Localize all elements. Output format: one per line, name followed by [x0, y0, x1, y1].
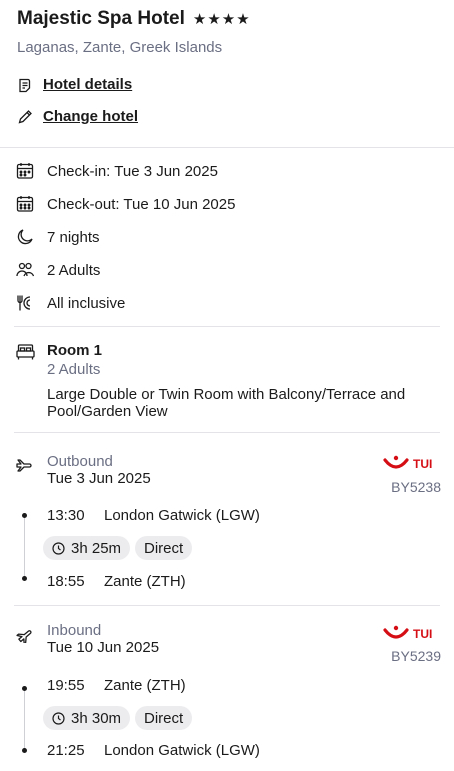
- depart-time: 13:30: [47, 507, 85, 524]
- moon-icon: [17, 229, 33, 245]
- bed-icon: [16, 344, 35, 360]
- arrive-time: 18:55: [47, 573, 85, 590]
- flight-number: BY5238: [391, 479, 441, 495]
- change-hotel-label: Change hotel: [43, 108, 139, 125]
- timeline-dot: [22, 686, 27, 691]
- tui-logo: TUI: [383, 625, 432, 643]
- clock-icon: [52, 711, 65, 725]
- stops-text: Direct: [144, 539, 184, 557]
- plane-arrival-icon: [16, 630, 32, 643]
- flight-direction: Inbound: [47, 622, 102, 639]
- room-description: Large Double or Twin Room with Balcony/T…: [47, 386, 406, 420]
- depart-place: London Gatwick (LGW): [104, 507, 260, 524]
- arrive-place: London Gatwick (LGW): [104, 742, 260, 759]
- room-occupancy: 2 Adults: [47, 361, 101, 378]
- timeline-line: [24, 515, 25, 578]
- duration-text: 3h 25m: [71, 539, 122, 557]
- hotel-header: Majestic Spa Hotel ★★★★ Laganas, Zante, …: [17, 8, 447, 56]
- timeline-line: [24, 688, 25, 750]
- calendar-icon: [16, 163, 34, 179]
- checkin-text: Check-in: Tue 3 Jun 2025: [47, 162, 218, 180]
- tui-logo: TUI: [383, 455, 432, 473]
- hotel-location: Laganas, Zante, Greek Islands: [17, 39, 223, 56]
- room-title: Room 1: [47, 342, 103, 359]
- duration-badge: 3h 30m: [43, 706, 131, 730]
- calendar-icon: [16, 196, 34, 212]
- flight-date: Tue 10 Jun 2025: [47, 639, 160, 656]
- divider: [0, 147, 454, 148]
- nights-row: 7 nights: [16, 228, 100, 246]
- tui-smile-icon: [383, 455, 409, 469]
- board-text: All inclusive: [47, 294, 126, 312]
- star-rating: ★★★★: [192, 11, 251, 28]
- guests-text: 2 Adults: [47, 261, 101, 279]
- airline-name: TUI: [413, 457, 433, 471]
- board-row: All inclusive: [16, 294, 125, 312]
- timeline-dot: [22, 513, 27, 518]
- arrive-place: Zante (ZTH): [104, 573, 186, 590]
- pencil-icon: [18, 109, 32, 123]
- clock-icon: [52, 541, 65, 555]
- divider: [14, 326, 440, 327]
- depart-time: 19:55: [47, 677, 85, 694]
- document-icon: [19, 78, 31, 92]
- hotel-name: Majestic Spa Hotel: [17, 8, 185, 29]
- checkout-row: Check-out: Tue 10 Jun 2025: [16, 195, 235, 213]
- depart-place: Zante (ZTH): [104, 677, 186, 694]
- timeline-dot: [22, 748, 27, 753]
- hotel-details-link[interactable]: Hotel details: [17, 76, 132, 93]
- nights-text: 7 nights: [47, 228, 100, 246]
- plane-departure-icon: [16, 459, 32, 472]
- hotel-details-label: Hotel details: [43, 76, 133, 93]
- cutlery-icon: [17, 295, 31, 311]
- timeline-dot: [22, 576, 27, 581]
- flight-date: Tue 3 Jun 2025: [47, 470, 151, 487]
- flight-direction: Outbound: [47, 453, 113, 470]
- duration-text: 3h 30m: [71, 709, 122, 727]
- people-icon: [16, 262, 34, 277]
- tui-smile-icon: [383, 625, 409, 639]
- duration-badge: 3h 25m: [43, 536, 131, 560]
- arrive-time: 21:25: [47, 742, 85, 759]
- stops-badge: Direct: [135, 536, 193, 560]
- checkout-text: Check-out: Tue 10 Jun 2025: [47, 195, 236, 213]
- divider: [14, 432, 440, 433]
- stops-badge: Direct: [135, 706, 193, 730]
- divider: [14, 605, 440, 606]
- change-hotel-link[interactable]: Change hotel: [17, 108, 138, 125]
- stops-text: Direct: [144, 709, 184, 727]
- airline-name: TUI: [413, 627, 433, 641]
- guests-row: 2 Adults: [16, 261, 100, 279]
- checkin-row: Check-in: Tue 3 Jun 2025: [16, 162, 218, 180]
- flight-number: BY5239: [391, 648, 441, 664]
- hotel-title-row: Majestic Spa Hotel ★★★★: [17, 8, 447, 30]
